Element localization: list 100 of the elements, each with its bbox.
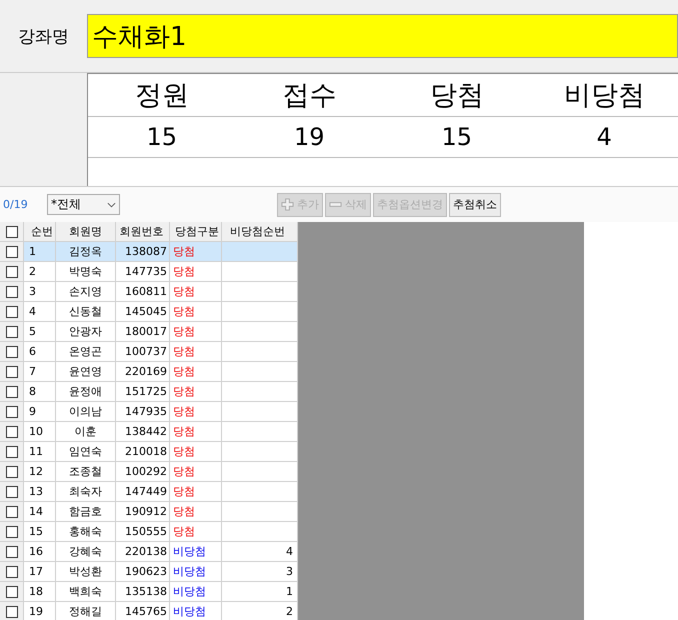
table-cell: 145765 (116, 602, 170, 620)
table-cell: 이훈 (56, 422, 116, 441)
table-cell: 5 (24, 322, 56, 341)
table-row[interactable]: 16 강혜숙 220138 비당첨 4 (0, 542, 298, 562)
row-checkbox[interactable] (6, 586, 18, 598)
table-cell: 12 (24, 462, 56, 481)
table-cell: 9 (24, 402, 56, 421)
row-checkbox[interactable] (6, 366, 18, 378)
table-cell: 220138 (116, 542, 170, 561)
table-row[interactable]: 2 박명숙 147735 당첨 (0, 262, 298, 282)
table-cell: 최숙자 (56, 482, 116, 501)
table-cell: 16 (24, 542, 56, 561)
table-cell: 3 (24, 282, 56, 301)
table-cell: 151725 (116, 382, 170, 401)
row-checkbox[interactable] (6, 346, 18, 358)
row-checkbox[interactable] (6, 286, 18, 298)
table-cell: 이의남 (56, 402, 116, 421)
table-cell: 강혜숙 (56, 542, 116, 561)
row-checkbox[interactable] (6, 566, 18, 578)
table-row[interactable]: 6 온영곤 100737 당첨 (0, 342, 298, 362)
table-row[interactable]: 14 함금호 190912 당첨 (0, 502, 298, 522)
table-row[interactable]: 13 최숙자 147449 당첨 (0, 482, 298, 502)
column-header[interactable]: 순번 (24, 222, 56, 241)
table-cell: 당첨 (170, 362, 222, 381)
select-all-checkbox[interactable] (6, 226, 18, 238)
row-checkbox[interactable] (6, 486, 18, 498)
row-checkbox[interactable] (6, 266, 18, 278)
row-checkbox[interactable] (6, 406, 18, 418)
table-cell: 정해길 (56, 602, 116, 620)
table-cell: 비당첨 (170, 602, 222, 620)
table-cell: 당첨 (170, 422, 222, 441)
row-checkbox[interactable] (6, 506, 18, 518)
table-cell: 8 (24, 382, 56, 401)
table-cell: 김정옥 (56, 242, 116, 261)
table-cell: 손지영 (56, 282, 116, 301)
course-label: 강좌명 (17, 26, 70, 48)
table-cell: 당첨 (170, 402, 222, 421)
table-row[interactable]: 9 이의남 147935 당첨 (0, 402, 298, 422)
column-header[interactable]: 당첨구분 (170, 222, 222, 241)
row-checkbox[interactable] (6, 326, 18, 338)
table-cell: 190623 (116, 562, 170, 581)
table-row[interactable]: 7 윤연영 220169 당첨 (0, 362, 298, 382)
row-checkbox[interactable] (6, 426, 18, 438)
row-checkbox[interactable] (6, 246, 18, 258)
table-row[interactable]: 17 박성환 190623 비당첨 3 (0, 562, 298, 582)
filter-dropdown[interactable]: *전체 (47, 194, 120, 215)
table-cell: 당첨 (170, 302, 222, 321)
table-cell: 윤정애 (56, 382, 116, 401)
chevron-icon (107, 202, 116, 208)
course-name-field[interactable]: 수채화1 (87, 14, 678, 58)
table-cell: 박명숙 (56, 262, 116, 281)
table-cell: 당첨 (170, 262, 222, 281)
table-cell: 2 (24, 262, 56, 281)
table-row[interactable]: 4 신동철 145045 당첨 (0, 302, 298, 322)
column-header[interactable]: 회원명 (56, 222, 116, 241)
table-cell: 19 (24, 602, 56, 620)
table-cell: 박성환 (56, 562, 116, 581)
table-cell: 비당첨 (170, 542, 222, 561)
table-cell: 160811 (116, 282, 170, 301)
row-checkbox[interactable] (6, 546, 18, 558)
table-cell: 당첨 (170, 282, 222, 301)
table-cell: 147935 (116, 402, 170, 421)
table-row[interactable]: 11 임연숙 210018 당첨 (0, 442, 298, 462)
table-cell: 당첨 (170, 382, 222, 401)
table-row[interactable]: 18 백희숙 135138 비당첨 1 (0, 582, 298, 602)
table-cell: 당첨 (170, 522, 222, 541)
table-row[interactable]: 3 손지영 160811 당첨 (0, 282, 298, 302)
table-cell: 13 (24, 482, 56, 501)
column-header[interactable]: 회원번호 (116, 222, 170, 241)
table-cell: 조종철 (56, 462, 116, 481)
table-cell: 147735 (116, 262, 170, 281)
summary-header: 당첨 (428, 79, 485, 113)
table-cell: 당첨 (170, 322, 222, 341)
row-checkbox[interactable] (6, 306, 18, 318)
table-cell: 7 (24, 362, 56, 381)
row-checkbox[interactable] (6, 386, 18, 398)
table-cell: 150555 (116, 522, 170, 541)
summary-value: 19 (292, 122, 326, 153)
selection-count: 0/19 (2, 198, 29, 211)
row-checkbox[interactable] (6, 606, 18, 618)
table-row[interactable]: 5 안광자 180017 당첨 (0, 322, 298, 342)
toolbar-button[interactable]: 추첨취소 (449, 192, 501, 216)
table-row[interactable]: 12 조종철 100292 당첨 (0, 462, 298, 482)
row-checkbox[interactable] (6, 446, 18, 458)
table-cell: 10 (24, 422, 56, 441)
table-cell: 당첨 (170, 242, 222, 261)
table-cell: 14 (24, 502, 56, 521)
table-cell: 당첨 (170, 442, 222, 461)
table-cell: 190912 (116, 502, 170, 521)
table-cell: 180017 (116, 322, 170, 341)
row-checkbox[interactable] (6, 466, 18, 478)
table-row[interactable]: 19 정해길 145765 비당첨 2 (0, 602, 298, 620)
table-row[interactable]: 8 윤정애 151725 당첨 (0, 382, 298, 402)
table-row[interactable]: 15 홍해숙 150555 당첨 (0, 522, 298, 542)
table-row[interactable]: 1 김정옥 138087 당첨 (0, 242, 298, 262)
column-header[interactable]: 비당첨순번 (222, 222, 298, 241)
row-checkbox[interactable] (6, 526, 18, 538)
table-row[interactable]: 10 이훈 138442 당첨 (0, 422, 298, 442)
summary-value: 15 (440, 122, 474, 153)
summary-value: 15 (145, 122, 178, 153)
